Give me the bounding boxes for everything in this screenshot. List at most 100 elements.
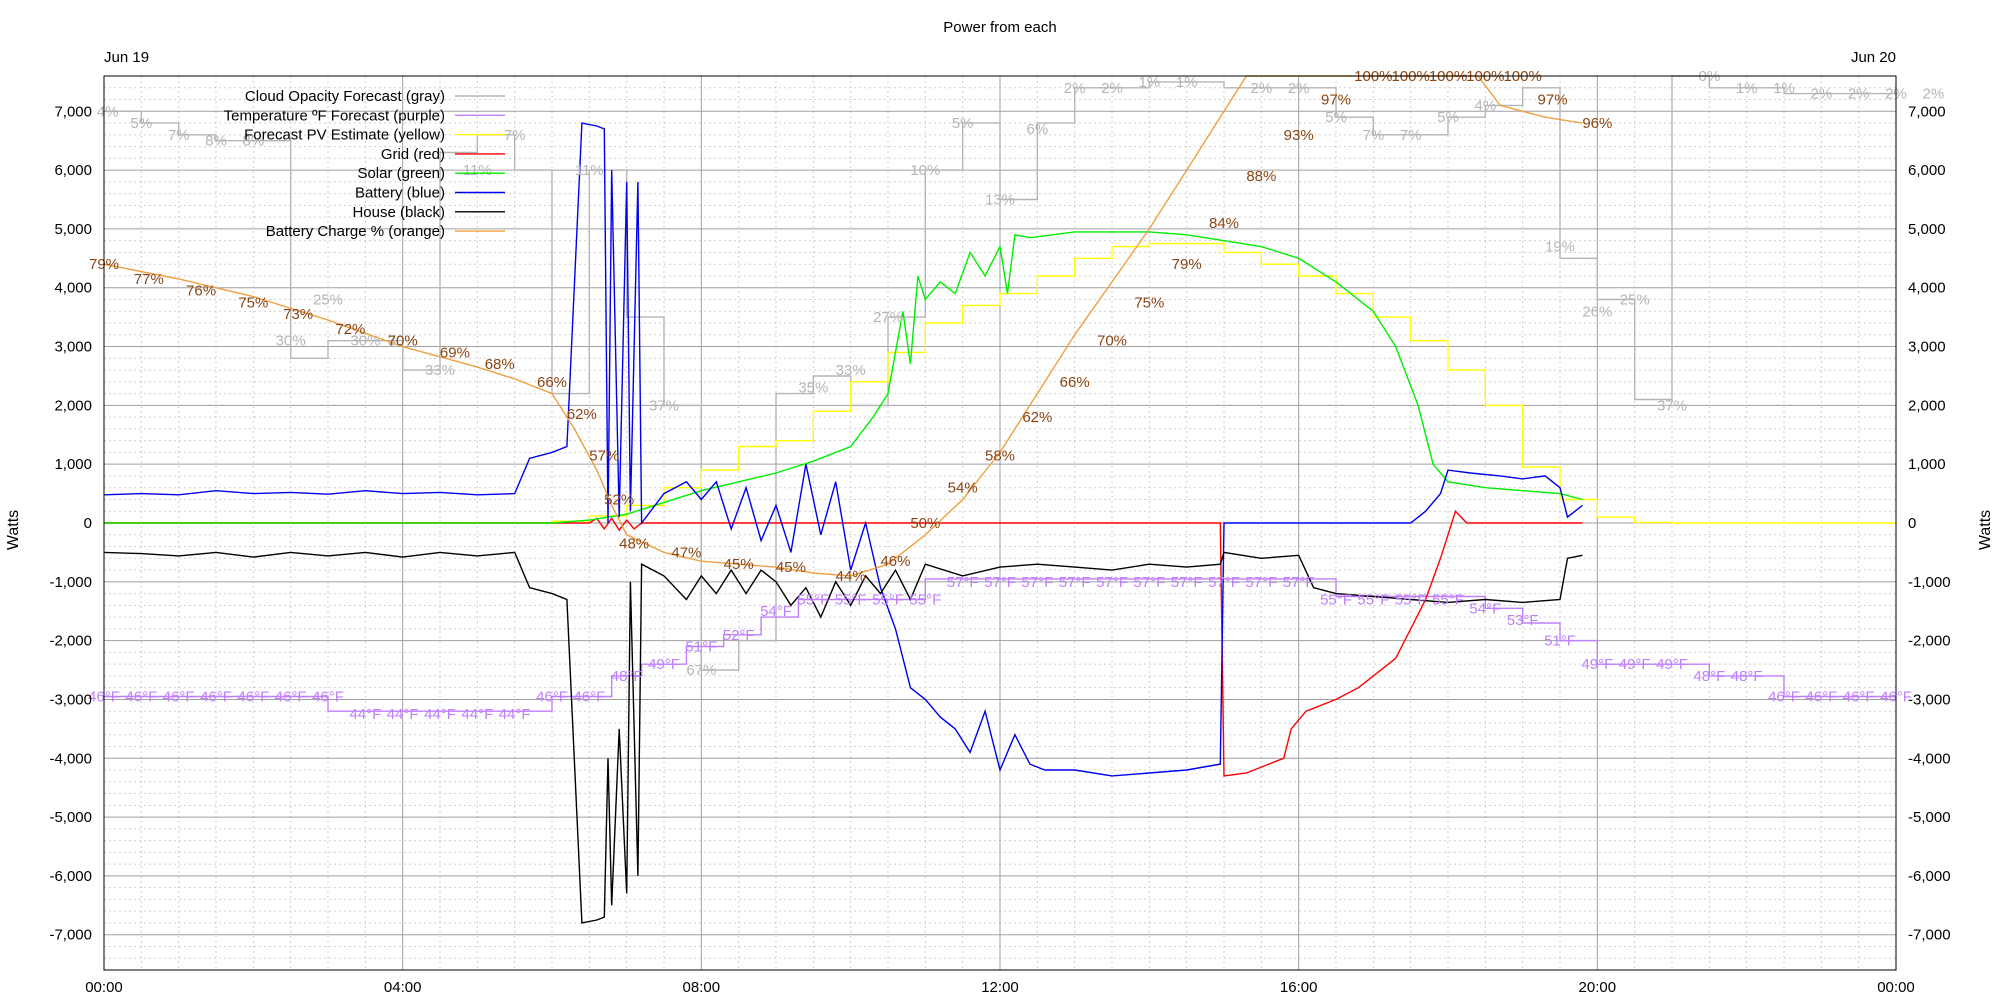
y-tick-label-right: 3,000 <box>1908 339 1946 356</box>
x-tick-label: 16:00 <box>1280 979 1318 996</box>
point-label-cloud: 33% <box>425 362 455 379</box>
point-label-cloud: 4% <box>97 103 119 120</box>
point-label-temp: 46°F <box>312 689 344 706</box>
point-label-temp: 55°F <box>1432 591 1464 608</box>
point-label-cloud: 13% <box>985 192 1015 209</box>
power-chart: 4% 5% 7% 8% 8% 30% 25% 30% 30% 33% 11% 7% 11% 37% 67% 3… <box>0 0 2000 1000</box>
y-tick-label-right: 1,000 <box>1908 456 1946 473</box>
point-label-temp: 46°F <box>125 689 157 706</box>
legend-entry: Battery (blue) <box>355 185 505 202</box>
point-label-battery_pct: 69% <box>440 344 470 361</box>
point-label-battery_pct: 66% <box>1060 374 1090 391</box>
point-label-cloud: 7% <box>1400 127 1422 144</box>
y-tick-label-left: -3,000 <box>49 691 92 708</box>
point-label-temp: 51°F <box>685 639 717 656</box>
date-label-right: Jun 20 <box>1851 49 1896 66</box>
point-label-temp: 57°F <box>984 574 1016 591</box>
point-label-temp: 52°F <box>723 627 755 644</box>
point-label-temp: 57°F <box>1021 574 1053 591</box>
legend-entry: Battery Charge % (orange) <box>266 223 505 240</box>
series-line-grid <box>104 509 1583 777</box>
point-label-temp: 55°F <box>872 591 904 608</box>
legend-label: Solar (green) <box>357 165 445 182</box>
point-label-cloud: 2% <box>1810 86 1832 103</box>
point-label-temp: 49°F <box>1619 656 1651 673</box>
point-label-temp: 48°F <box>1693 668 1725 685</box>
point-label-temp: 49°F <box>1656 656 1688 673</box>
y-tick-label-right: -2,000 <box>1908 633 1951 650</box>
legend-label: Forecast PV Estimate (yellow) <box>244 127 445 144</box>
point-label-battery_pct: 97% <box>1538 92 1568 109</box>
point-label-cloud: 11% <box>575 162 604 179</box>
point-label-battery_pct: 72% <box>335 321 365 338</box>
point-label-temp: 57°F <box>1245 574 1277 591</box>
point-label-battery_pct: 58% <box>985 447 1015 464</box>
point-label-cloud: 35% <box>798 380 828 397</box>
y-tick-label-right: 4,000 <box>1908 280 1946 297</box>
point-label-temp: 44°F <box>349 706 381 723</box>
y-tick-label-left: -1,000 <box>49 574 92 591</box>
point-label-temp: 57°F <box>1096 574 1128 591</box>
point-label-temp: 46°F <box>1805 689 1837 706</box>
point-label-battery_pct: 70% <box>1097 333 1127 350</box>
point-label-temp: 49°F <box>648 656 680 673</box>
legend-label: Battery (blue) <box>355 185 445 202</box>
point-label-cloud: 2% <box>1848 86 1870 103</box>
point-label-temp: 46°F <box>163 689 195 706</box>
point-label-temp: 54°F <box>760 603 792 620</box>
point-label-temp: 44°F <box>499 706 531 723</box>
point-label-cloud: 27% <box>873 309 903 326</box>
y-tick-label-left: 0 <box>84 515 92 532</box>
point-label-cloud: 11% <box>463 162 492 179</box>
y-tick-label-left: -7,000 <box>49 927 92 944</box>
point-label-temp: 44°F <box>387 706 419 723</box>
point-label-cloud: 4% <box>1474 97 1496 114</box>
y-tick-label-right: -4,000 <box>1908 750 1951 767</box>
y-axis-title-right: Watts <box>1977 510 1994 550</box>
point-label-cloud: 25% <box>313 292 343 309</box>
point-label-battery_pct: 88% <box>1246 168 1276 185</box>
y-tick-label-left: 1,000 <box>54 456 92 473</box>
legend-entry: House (black) <box>352 204 505 221</box>
point-label-battery_pct: 45% <box>776 559 806 576</box>
point-label-cloud: 2% <box>1064 80 1086 97</box>
legend-label: Cloud Opacity Forecast (gray) <box>245 88 445 105</box>
point-label-temp: 57°F <box>1171 574 1203 591</box>
point-label-temp: 49°F <box>1581 656 1613 673</box>
point-label-battery_pct: 93% <box>1284 127 1314 144</box>
point-label-battery_pct: 84% <box>1209 215 1239 232</box>
point-label-cloud: 25% <box>1620 292 1650 309</box>
point-label-temp: 55°F <box>1320 591 1352 608</box>
y-tick-label-right: 6,000 <box>1908 162 1946 179</box>
point-label-temp: 57°F <box>1059 574 1091 591</box>
point-label-temp: 57°F <box>1133 574 1165 591</box>
point-label-battery_pct: 79% <box>1172 256 1202 273</box>
legend-entry: Grid (red) <box>381 146 505 163</box>
series-line-battery_pct <box>103 75 1583 577</box>
y-tick-label-left: 2,000 <box>54 397 92 414</box>
point-label-battery_pct: 52% <box>604 491 634 508</box>
y-tick-label-left: -6,000 <box>49 868 92 885</box>
chart-canvas: 4%5%7% 8% 8%30%25%30% 30%33%11%7%11%37%67%3… <box>5 19 1994 996</box>
point-label-temp: 55°F <box>1357 591 1389 608</box>
x-tick-label: 04:00 <box>384 979 422 996</box>
point-label-cloud: 67% <box>686 662 716 679</box>
point-label-cloud: 30% <box>276 333 306 350</box>
point-label-temp: 44°F <box>461 706 493 723</box>
point-label-cloud: 1% <box>1736 80 1758 97</box>
point-label-cloud: 7% <box>168 127 190 144</box>
point-label-battery_pct: 50% <box>910 515 940 532</box>
point-label-battery_pct: 62% <box>567 406 597 423</box>
point-label-temp: 53°F <box>1507 612 1539 629</box>
point-label-battery_pct: 46% <box>880 553 910 570</box>
y-tick-label-right: -3,000 <box>1908 691 1951 708</box>
point-label-temp: 46°F <box>573 689 605 706</box>
point-label-temp: 46°F <box>200 689 232 706</box>
y-tick-label-right: -6,000 <box>1908 868 1951 885</box>
legend-entry: Temperature ºF Forecast (purple) <box>224 107 505 124</box>
legend-entry: Cloud Opacity Forecast (gray) <box>245 88 505 105</box>
point-label-battery_pct: 68% <box>485 356 515 373</box>
y-tick-label-right: 0 <box>1908 515 1916 532</box>
point-label-cloud: 5% <box>130 115 152 132</box>
point-label-temp: 55°F <box>835 591 867 608</box>
